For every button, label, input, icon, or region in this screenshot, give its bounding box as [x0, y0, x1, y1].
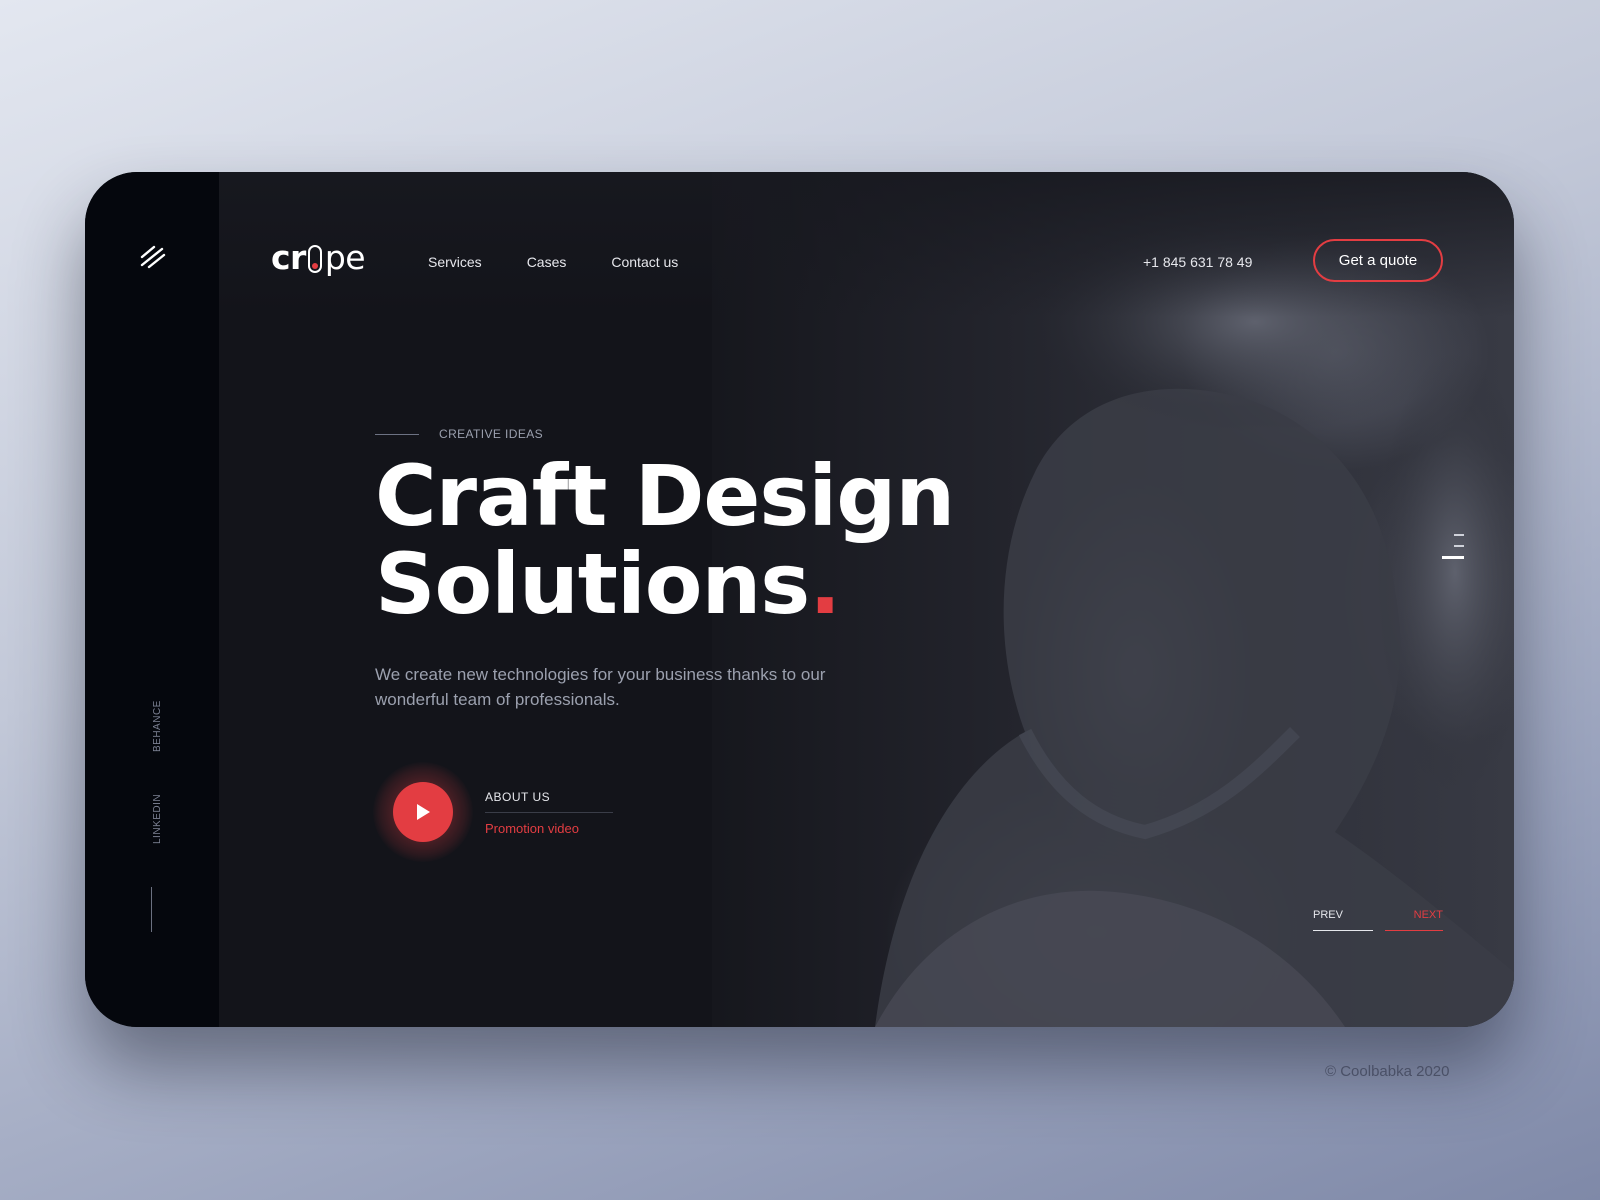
get-quote-button[interactable]: Get a quote — [1313, 239, 1443, 282]
slide-dot[interactable] — [1454, 545, 1464, 547]
logo-text-left: cr — [271, 238, 306, 277]
prev-label: PREV — [1313, 909, 1343, 921]
slide-dot[interactable] — [1454, 534, 1464, 536]
hero-title-line1: Craft Design — [375, 447, 955, 545]
nav-contact[interactable]: Contact us — [611, 254, 678, 270]
phone-number[interactable]: +1 845 631 78 49 — [1143, 254, 1252, 270]
slide-indicator[interactable] — [1440, 534, 1464, 568]
promotion-video-link[interactable]: Promotion video — [485, 821, 613, 836]
main-nav: Services Cases Contact us — [428, 254, 678, 270]
logo-text-right: pe — [324, 238, 366, 277]
hero-description: We create new technologies for your busi… — [375, 665, 826, 709]
hero-card: BEHANCE LINKEDIN cr pe Services Cases Co… — [85, 172, 1514, 1027]
copyright-text: © Coolbabka 2020 — [1325, 1063, 1450, 1080]
play-icon — [417, 804, 430, 820]
play-video-button[interactable] — [373, 762, 473, 862]
hero-title-line2: Solutions — [375, 535, 810, 633]
hero-title: Craft Design Solutions. — [375, 452, 955, 628]
eyebrow-text: CREATIVE IDEAS — [439, 427, 544, 441]
next-button[interactable]: NEXT — [1385, 909, 1443, 931]
behance-link[interactable]: BEHANCE — [152, 700, 163, 752]
hero-eyebrow: CREATIVE IDEAS — [375, 427, 543, 441]
menu-icon[interactable] — [140, 245, 166, 269]
about-label: ABOUT US — [485, 790, 551, 804]
brand-logo[interactable]: cr pe — [271, 238, 366, 277]
hero-title-dot: . — [809, 535, 841, 633]
slide-dot-active[interactable] — [1442, 556, 1464, 559]
video-caption: ABOUT US Promotion video — [485, 790, 613, 836]
logo-pill-icon — [307, 245, 322, 273]
next-label: NEXT — [1413, 909, 1443, 921]
prev-underline — [1313, 930, 1373, 931]
linkedin-link[interactable]: LINKEDIN — [152, 794, 163, 844]
play-circle — [393, 782, 453, 842]
next-underline — [1385, 930, 1443, 931]
sidebar-divider — [151, 887, 152, 932]
nav-services[interactable]: Services — [428, 254, 482, 270]
eyebrow-line — [375, 433, 419, 435]
prev-button[interactable]: PREV — [1313, 909, 1373, 931]
left-sidebar: BEHANCE LINKEDIN — [85, 172, 219, 1027]
nav-cases[interactable]: Cases — [527, 254, 567, 270]
about-divider — [485, 812, 613, 813]
